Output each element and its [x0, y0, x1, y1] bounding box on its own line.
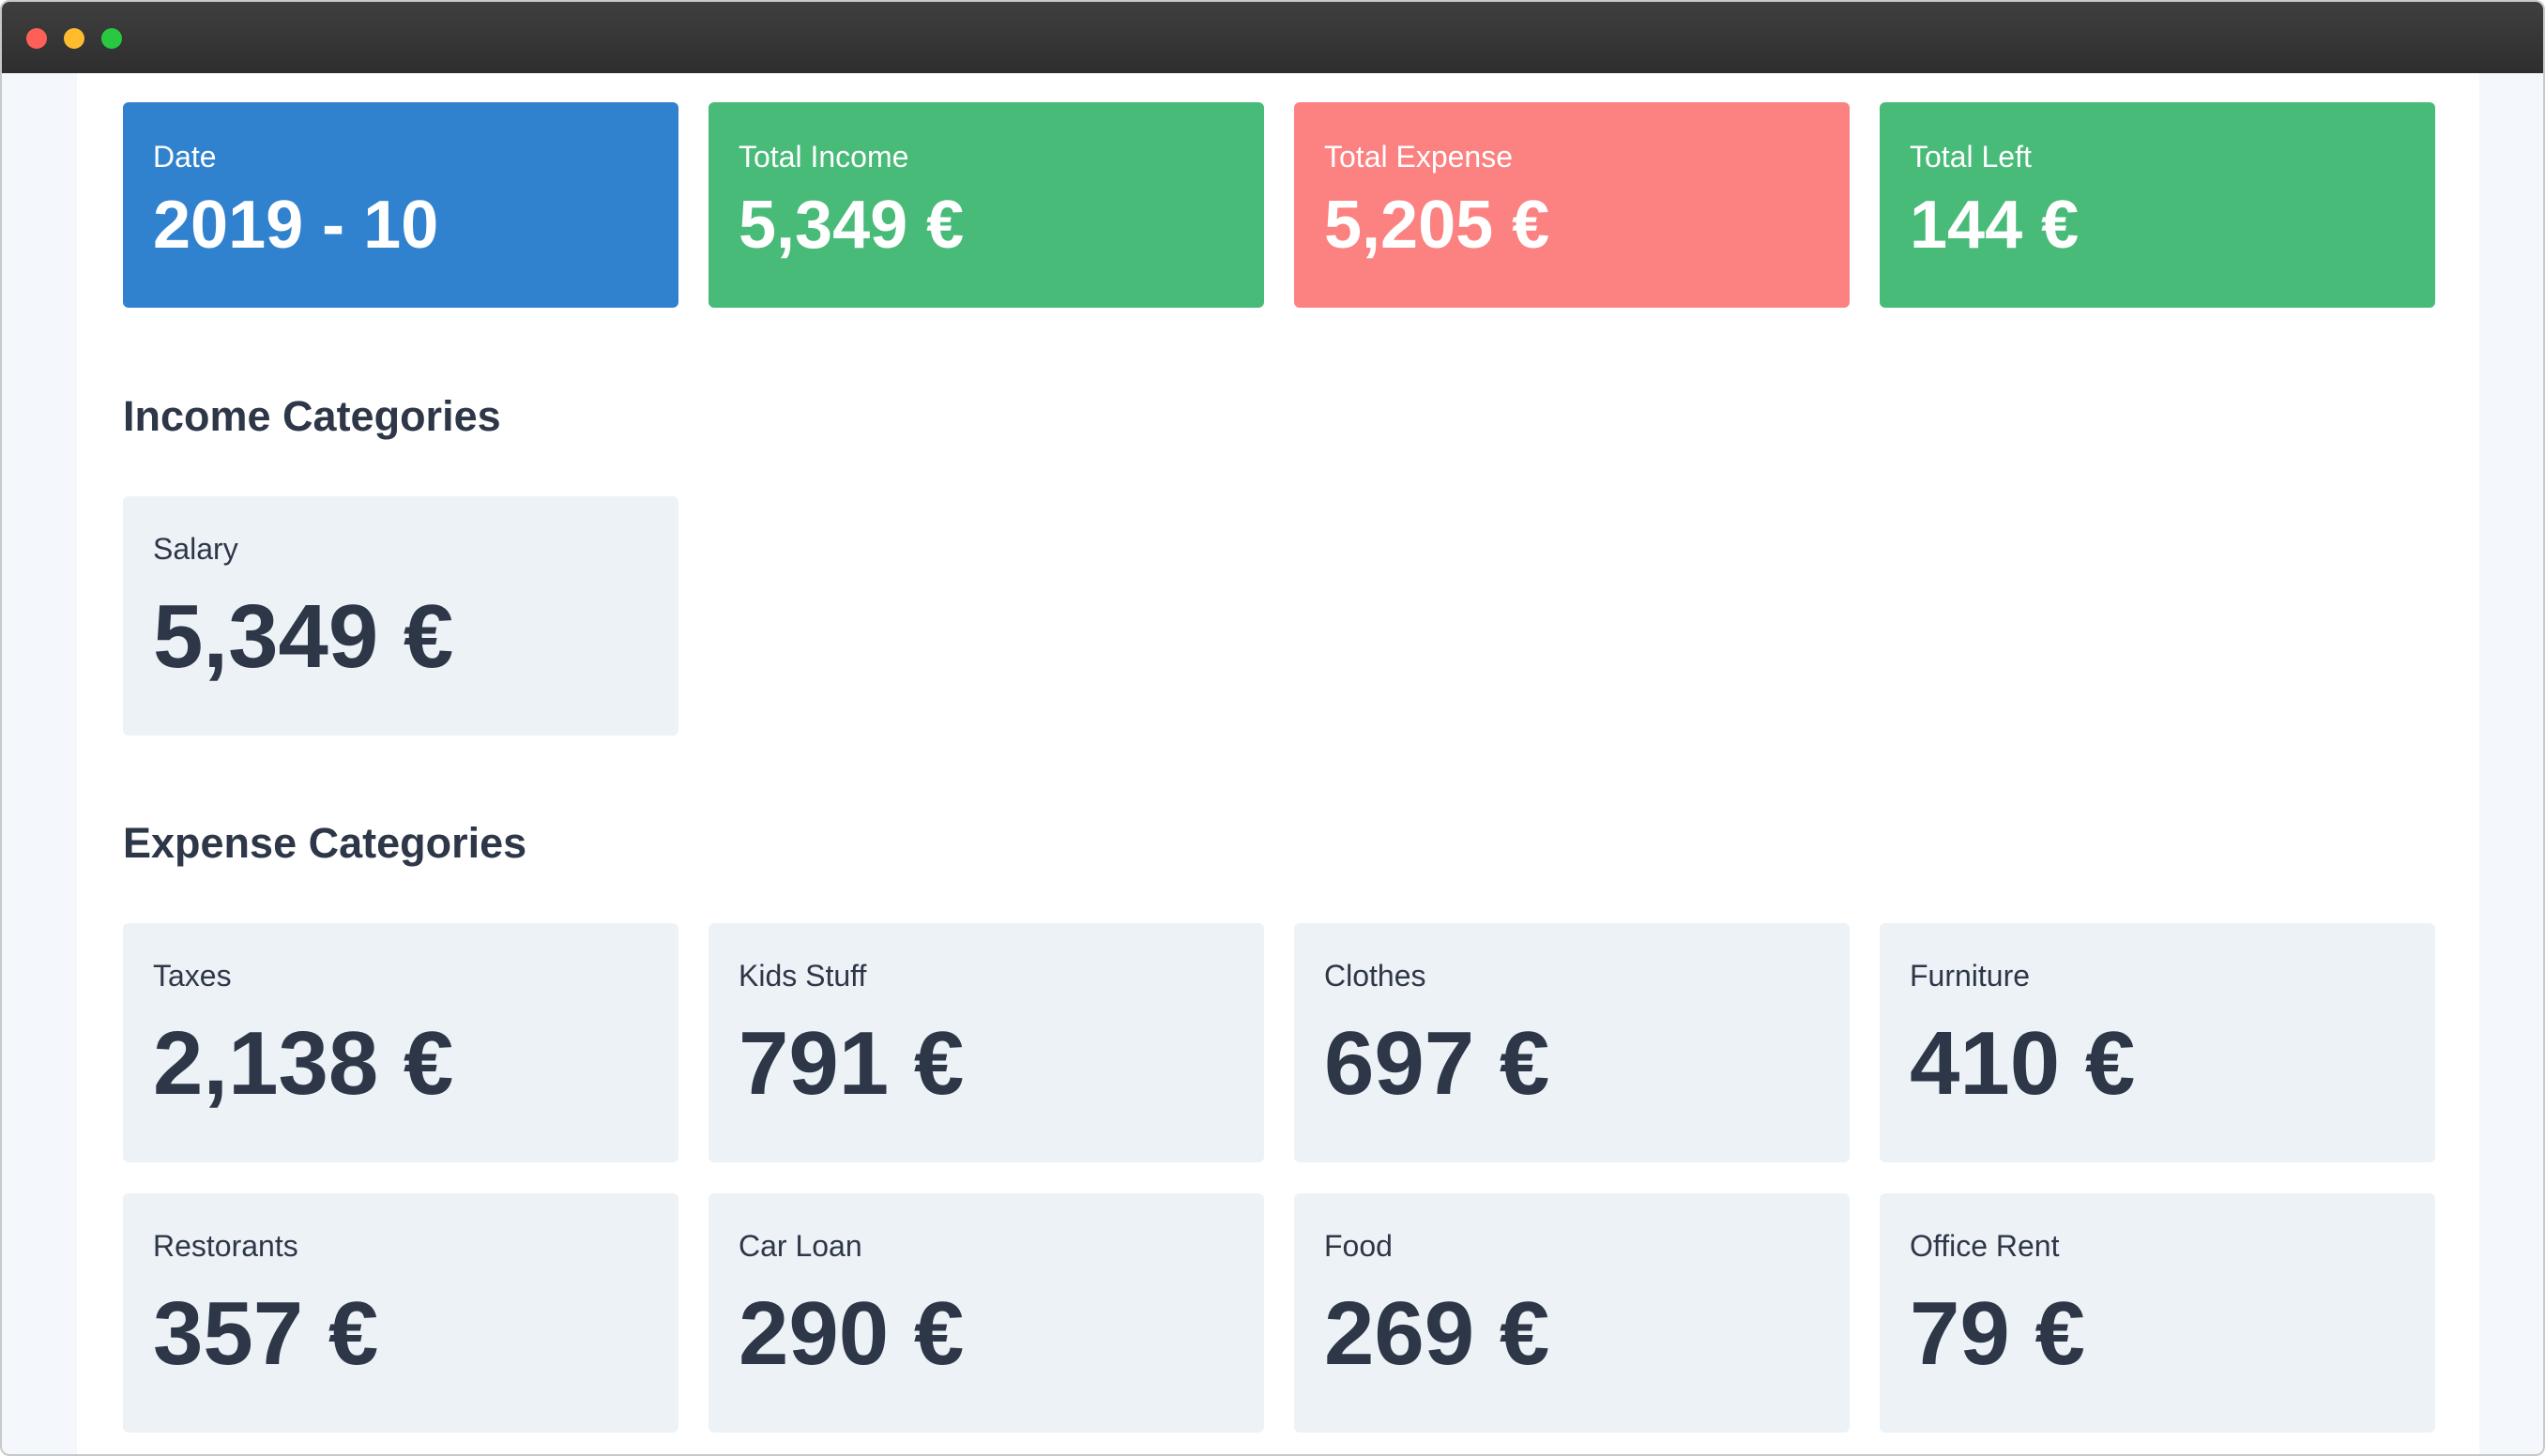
category-label: Office Rent [1910, 1229, 2060, 1263]
total-expense-value: 5,205 € [1324, 188, 1550, 263]
total-income-label: Total Income [739, 140, 909, 174]
income-category-card: Salary 5,349 € [123, 496, 678, 736]
expense-categories-heading: Expense Categories [123, 819, 527, 867]
category-value: 5,349 € [153, 586, 454, 687]
expense-category-card: Clothes 697 € [1294, 923, 1850, 1162]
category-value: 269 € [1324, 1283, 1550, 1384]
total-income-card: Total Income 5,349 € [709, 102, 1264, 308]
expense-category-card: Office Rent 79 € [1880, 1193, 2435, 1433]
category-value: 357 € [153, 1283, 379, 1384]
date-card: Date 2019 - 10 [123, 102, 678, 308]
total-expense-label: Total Expense [1324, 140, 1514, 174]
total-left-card: Total Left 144 € [1880, 102, 2435, 308]
category-value: 79 € [1910, 1283, 2085, 1384]
expense-category-card: Kids Stuff 791 € [709, 923, 1264, 1162]
minimize-window-button[interactable] [64, 28, 84, 49]
maximize-window-button[interactable] [101, 28, 122, 49]
close-window-button[interactable] [26, 28, 47, 49]
date-value: 2019 - 10 [153, 188, 439, 263]
total-left-value: 144 € [1910, 188, 2080, 263]
category-label: Restorants [153, 1229, 298, 1263]
category-value: 410 € [1910, 1013, 2136, 1114]
category-label: Salary [153, 532, 238, 566]
expense-category-card: Restorants 357 € [123, 1193, 678, 1433]
total-income-value: 5,349 € [739, 188, 965, 263]
expense-category-card: Food 269 € [1294, 1193, 1850, 1433]
total-left-label: Total Left [1910, 140, 2032, 174]
income-categories-heading: Income Categories [123, 392, 501, 440]
date-label: Date [153, 140, 217, 174]
category-value: 2,138 € [153, 1013, 454, 1114]
category-value: 697 € [1324, 1013, 1550, 1114]
category-label: Furniture [1910, 959, 2031, 993]
category-label: Kids Stuff [739, 959, 867, 993]
category-label: Car Loan [739, 1229, 862, 1263]
category-label: Taxes [153, 959, 232, 993]
total-expense-card: Total Expense 5,205 € [1294, 102, 1850, 308]
dashboard-content: Date 2019 - 10 Total Income 5,349 € Tota… [77, 73, 2479, 1454]
expense-category-card: Taxes 2,138 € [123, 923, 678, 1162]
category-label: Clothes [1324, 959, 1426, 993]
category-label: Food [1324, 1229, 1393, 1263]
expense-category-card: Furniture 410 € [1880, 923, 2435, 1162]
category-value: 290 € [739, 1283, 965, 1384]
expense-category-card: Car Loan 290 € [709, 1193, 1264, 1433]
browser-window: Date 2019 - 10 Total Income 5,349 € Tota… [0, 0, 2545, 1456]
category-value: 791 € [739, 1013, 965, 1114]
window-titlebar [2, 2, 2543, 73]
